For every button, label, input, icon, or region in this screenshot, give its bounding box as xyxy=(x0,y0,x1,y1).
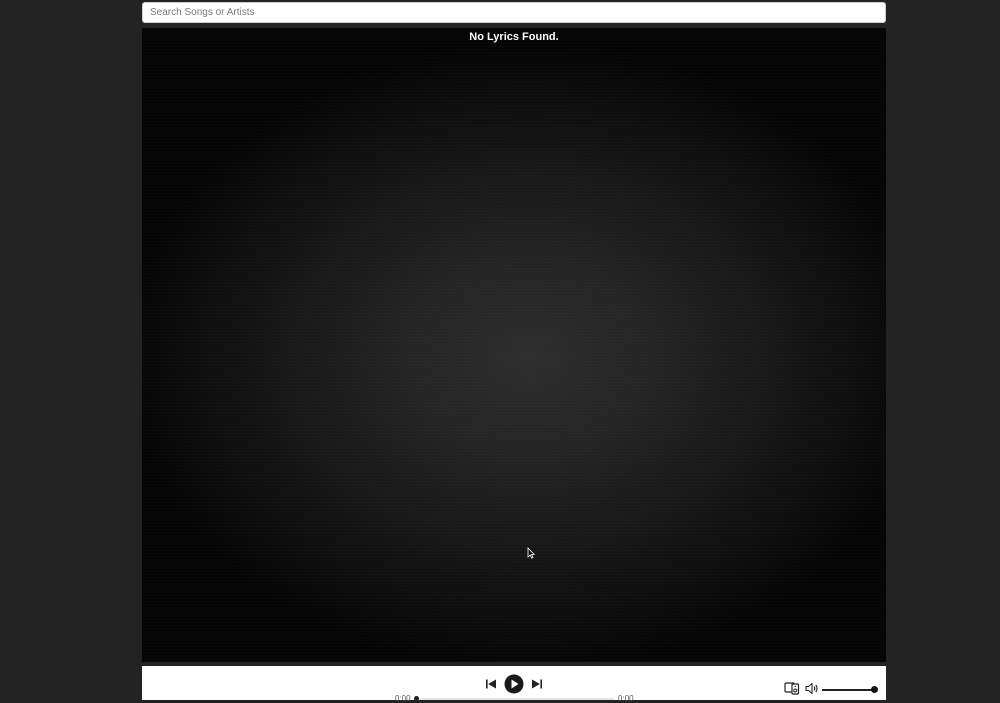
lyrics-panel: No Lyrics Found. xyxy=(142,28,886,662)
progress-knob[interactable] xyxy=(414,696,419,701)
play-icon xyxy=(504,674,524,694)
current-time: 0:00 xyxy=(395,694,411,703)
skip-forward-icon xyxy=(532,679,542,689)
previous-button[interactable] xyxy=(484,677,498,691)
devices-icon xyxy=(784,682,800,695)
skip-back-icon xyxy=(486,679,496,689)
devices-button[interactable] xyxy=(784,681,800,695)
app-window: No Lyrics Found. 0:00 0:00 xyxy=(142,0,886,703)
next-button[interactable] xyxy=(530,677,544,691)
volume-slider-knob[interactable] xyxy=(871,686,878,693)
mouse-cursor-icon xyxy=(527,547,535,559)
player-bar: 0:00 0:00 xyxy=(142,666,886,703)
volume-slider[interactable] xyxy=(822,689,874,691)
volume-icon xyxy=(805,682,818,695)
search-input[interactable] xyxy=(142,2,886,23)
play-button[interactable] xyxy=(504,674,524,694)
total-time: 0:00 xyxy=(618,694,634,703)
volume-button[interactable] xyxy=(805,682,819,695)
no-lyrics-message: No Lyrics Found. xyxy=(469,31,559,43)
search-bar xyxy=(142,2,886,23)
